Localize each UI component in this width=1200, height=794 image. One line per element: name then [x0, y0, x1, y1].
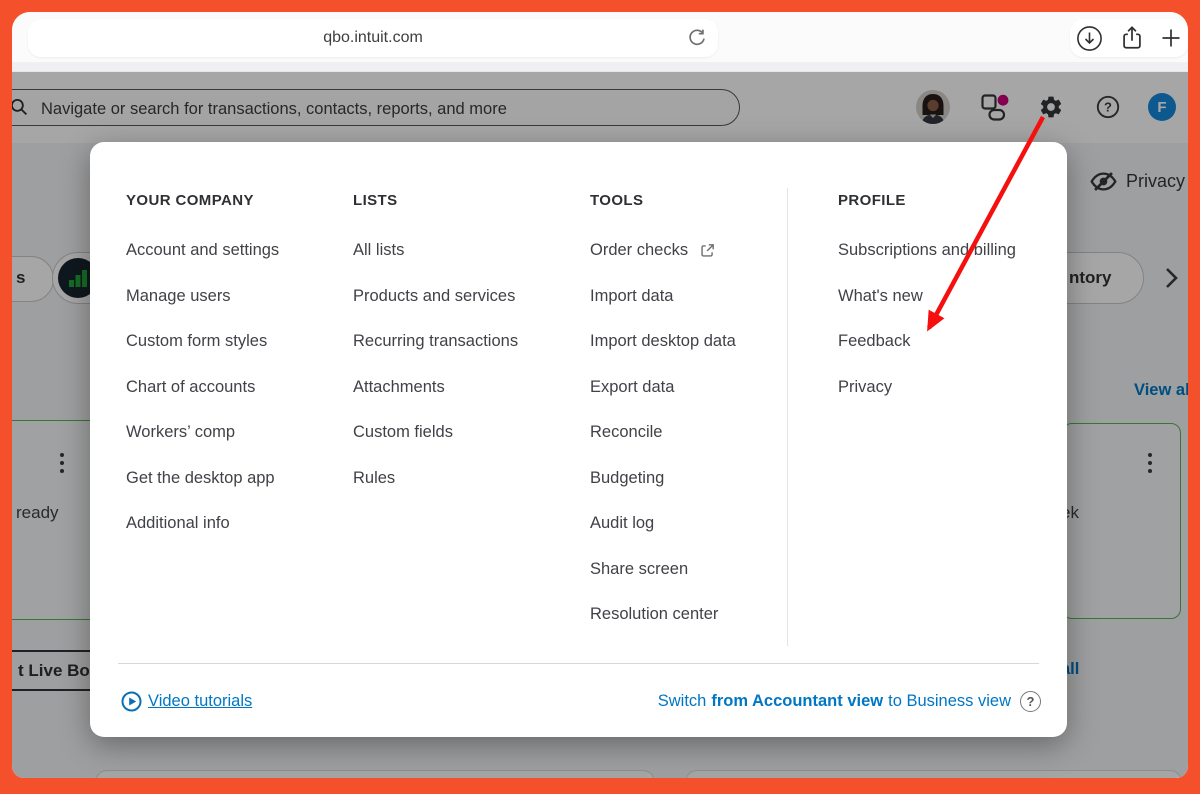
- menu-item-account-and-settings[interactable]: Account and settings: [126, 228, 279, 274]
- menu-column-your-company: YOUR COMPANY Account and settings Manage…: [126, 192, 279, 547]
- column-title: YOUR COMPANY: [126, 192, 254, 209]
- menu-item-export-data[interactable]: Export data: [590, 365, 736, 411]
- column-title: TOOLS: [590, 192, 644, 209]
- menu-item-audit-log[interactable]: Audit log: [590, 501, 736, 547]
- switch-suffix: to Business view: [888, 691, 1011, 710]
- column-divider: [787, 188, 788, 646]
- screenshot-orange-frame: qbo.intuit.com Navigate or search for tr…: [0, 0, 1200, 794]
- menu-item-all-lists[interactable]: All lists: [353, 228, 518, 274]
- browser-viewport: qbo.intuit.com Navigate or search for tr…: [12, 12, 1188, 778]
- order-checks-label: Order checks: [590, 241, 689, 260]
- menu-item-get-the-desktop-app[interactable]: Get the desktop app: [126, 456, 279, 502]
- menu-item-subscriptions-and-billing[interactable]: Subscriptions and billing: [838, 228, 1016, 274]
- chrome-divider-strip: [12, 62, 1188, 72]
- url-text: qbo.intuit.com: [323, 29, 423, 46]
- browser-chrome: qbo.intuit.com: [12, 12, 1188, 72]
- menu-item-resolution-center[interactable]: Resolution center: [590, 592, 736, 638]
- menu-item-chart-of-accounts[interactable]: Chart of accounts: [126, 365, 279, 411]
- menu-item-recurring-transactions[interactable]: Recurring transactions: [353, 319, 518, 365]
- browser-toolbar-right: [1070, 19, 1188, 57]
- menu-column-lists: LISTS All lists Products and services Re…: [353, 192, 518, 501]
- menu-item-reconcile[interactable]: Reconcile: [590, 410, 736, 456]
- menu-item-manage-users[interactable]: Manage users: [126, 274, 279, 320]
- menu-item-additional-info[interactable]: Additional info: [126, 501, 279, 547]
- menu-item-privacy[interactable]: Privacy: [838, 365, 1016, 411]
- address-bar[interactable]: qbo.intuit.com: [28, 19, 718, 57]
- switch-bold: from Accountant view: [711, 691, 884, 710]
- menu-item-whats-new[interactable]: What's new: [838, 274, 1016, 320]
- menu-item-feedback[interactable]: Feedback: [838, 319, 1016, 365]
- qbo-page: ? F Privacy s: [12, 72, 1188, 778]
- column-title: PROFILE: [838, 192, 906, 209]
- menu-item-workers-comp[interactable]: Workers’ comp: [126, 410, 279, 456]
- new-tab-icon[interactable]: [1160, 27, 1182, 49]
- column-title: LISTS: [353, 192, 398, 209]
- share-icon[interactable]: [1119, 25, 1145, 51]
- menu-item-import-data[interactable]: Import data: [590, 274, 736, 320]
- external-link-icon: [699, 242, 716, 259]
- switch-help-icon[interactable]: [1020, 690, 1041, 712]
- menu-column-profile: PROFILE Subscriptions and billing What's…: [838, 192, 1016, 410]
- menu-item-import-desktop-data[interactable]: Import desktop data: [590, 319, 736, 365]
- reload-icon[interactable]: [687, 28, 707, 48]
- settings-menu-panel: YOUR COMPANY Account and settings Manage…: [90, 142, 1067, 737]
- menu-column-tools: TOOLS Order checks Import data Import de…: [590, 192, 736, 638]
- switch-view-link[interactable]: Switch from Accountant view to Business …: [658, 688, 1041, 714]
- switch-prefix: Switch: [657, 691, 707, 710]
- menu-item-order-checks[interactable]: Order checks: [590, 228, 736, 274]
- menu-item-products-and-services[interactable]: Products and services: [353, 274, 518, 320]
- menu-item-attachments[interactable]: Attachments: [353, 365, 518, 411]
- video-tutorials-label: Video tutorials: [148, 691, 253, 710]
- downloads-icon[interactable]: [1076, 25, 1103, 52]
- video-tutorials-link[interactable]: Video tutorials: [121, 688, 252, 714]
- menu-item-custom-fields[interactable]: Custom fields: [353, 410, 518, 456]
- menu-item-share-screen[interactable]: Share screen: [590, 547, 736, 593]
- menu-item-rules[interactable]: Rules: [353, 456, 518, 502]
- menu-item-budgeting[interactable]: Budgeting: [590, 456, 736, 502]
- play-icon: [121, 691, 142, 711]
- menu-item-custom-form-styles[interactable]: Custom form styles: [126, 319, 279, 365]
- footer-divider: [118, 663, 1039, 664]
